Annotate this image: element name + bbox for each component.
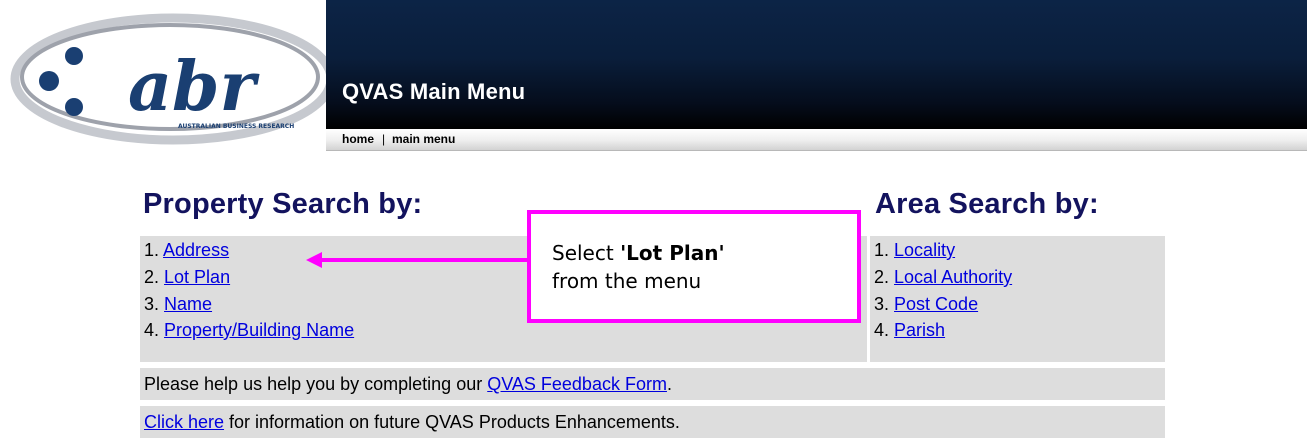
header-banner: QVAS Main Menu xyxy=(326,0,1307,129)
post-code-link[interactable]: Post Code xyxy=(894,294,978,314)
list-item: 3. Post Code xyxy=(874,294,979,314)
locality-link[interactable]: Locality xyxy=(894,240,955,260)
list-item: 3. Name xyxy=(144,294,213,314)
list-item: 2. Local Authority xyxy=(874,267,1013,287)
callout-arrow-icon xyxy=(306,252,532,268)
area-search-panel: 1. Locality 2. Local Authority 3. Post C… xyxy=(870,236,1165,362)
nav-main-menu-link[interactable]: main menu xyxy=(392,132,455,146)
list-item: 1. Locality xyxy=(874,240,956,260)
logo-wordmark: abr xyxy=(128,47,260,127)
callout-highlight: 'Lot Plan' xyxy=(620,241,725,265)
list-item: 2. Lot Plan xyxy=(144,267,231,287)
property-search-heading: Property Search by: xyxy=(143,188,423,220)
click-here-link[interactable]: Click here xyxy=(144,412,224,432)
list-item: 4. Property/Building Name xyxy=(144,320,355,340)
enhancements-bar: Click here for information on future QVA… xyxy=(140,406,1165,438)
nav-home-link[interactable]: home xyxy=(342,132,374,146)
nav-separator: | xyxy=(382,132,386,146)
area-search-heading: Area Search by: xyxy=(875,188,1099,220)
local-authority-link[interactable]: Local Authority xyxy=(894,267,1012,287)
instruction-callout: Select 'Lot Plan' from the menu xyxy=(527,210,861,323)
feedback-bar: Please help us help you by completing ou… xyxy=(140,368,1165,400)
property-building-name-link[interactable]: Property/Building Name xyxy=(164,320,354,340)
logo-tagline: AUSTRALIAN BUSINESS RESEARCH xyxy=(178,123,294,130)
list-item: 1. Address xyxy=(144,240,230,260)
lot-plan-link[interactable]: Lot Plan xyxy=(164,267,230,287)
breadcrumb-nav: home | main menu xyxy=(326,129,1307,151)
abr-logo: abr AUSTRALIAN BUSINESS RESEARCH xyxy=(0,0,336,150)
address-link[interactable]: Address xyxy=(163,240,229,260)
page-title: QVAS Main Menu xyxy=(342,79,526,104)
parish-link[interactable]: Parish xyxy=(894,320,945,340)
feedback-form-link[interactable]: QVAS Feedback Form xyxy=(487,374,667,394)
name-link[interactable]: Name xyxy=(164,294,212,314)
list-item: 4. Parish xyxy=(874,320,946,340)
